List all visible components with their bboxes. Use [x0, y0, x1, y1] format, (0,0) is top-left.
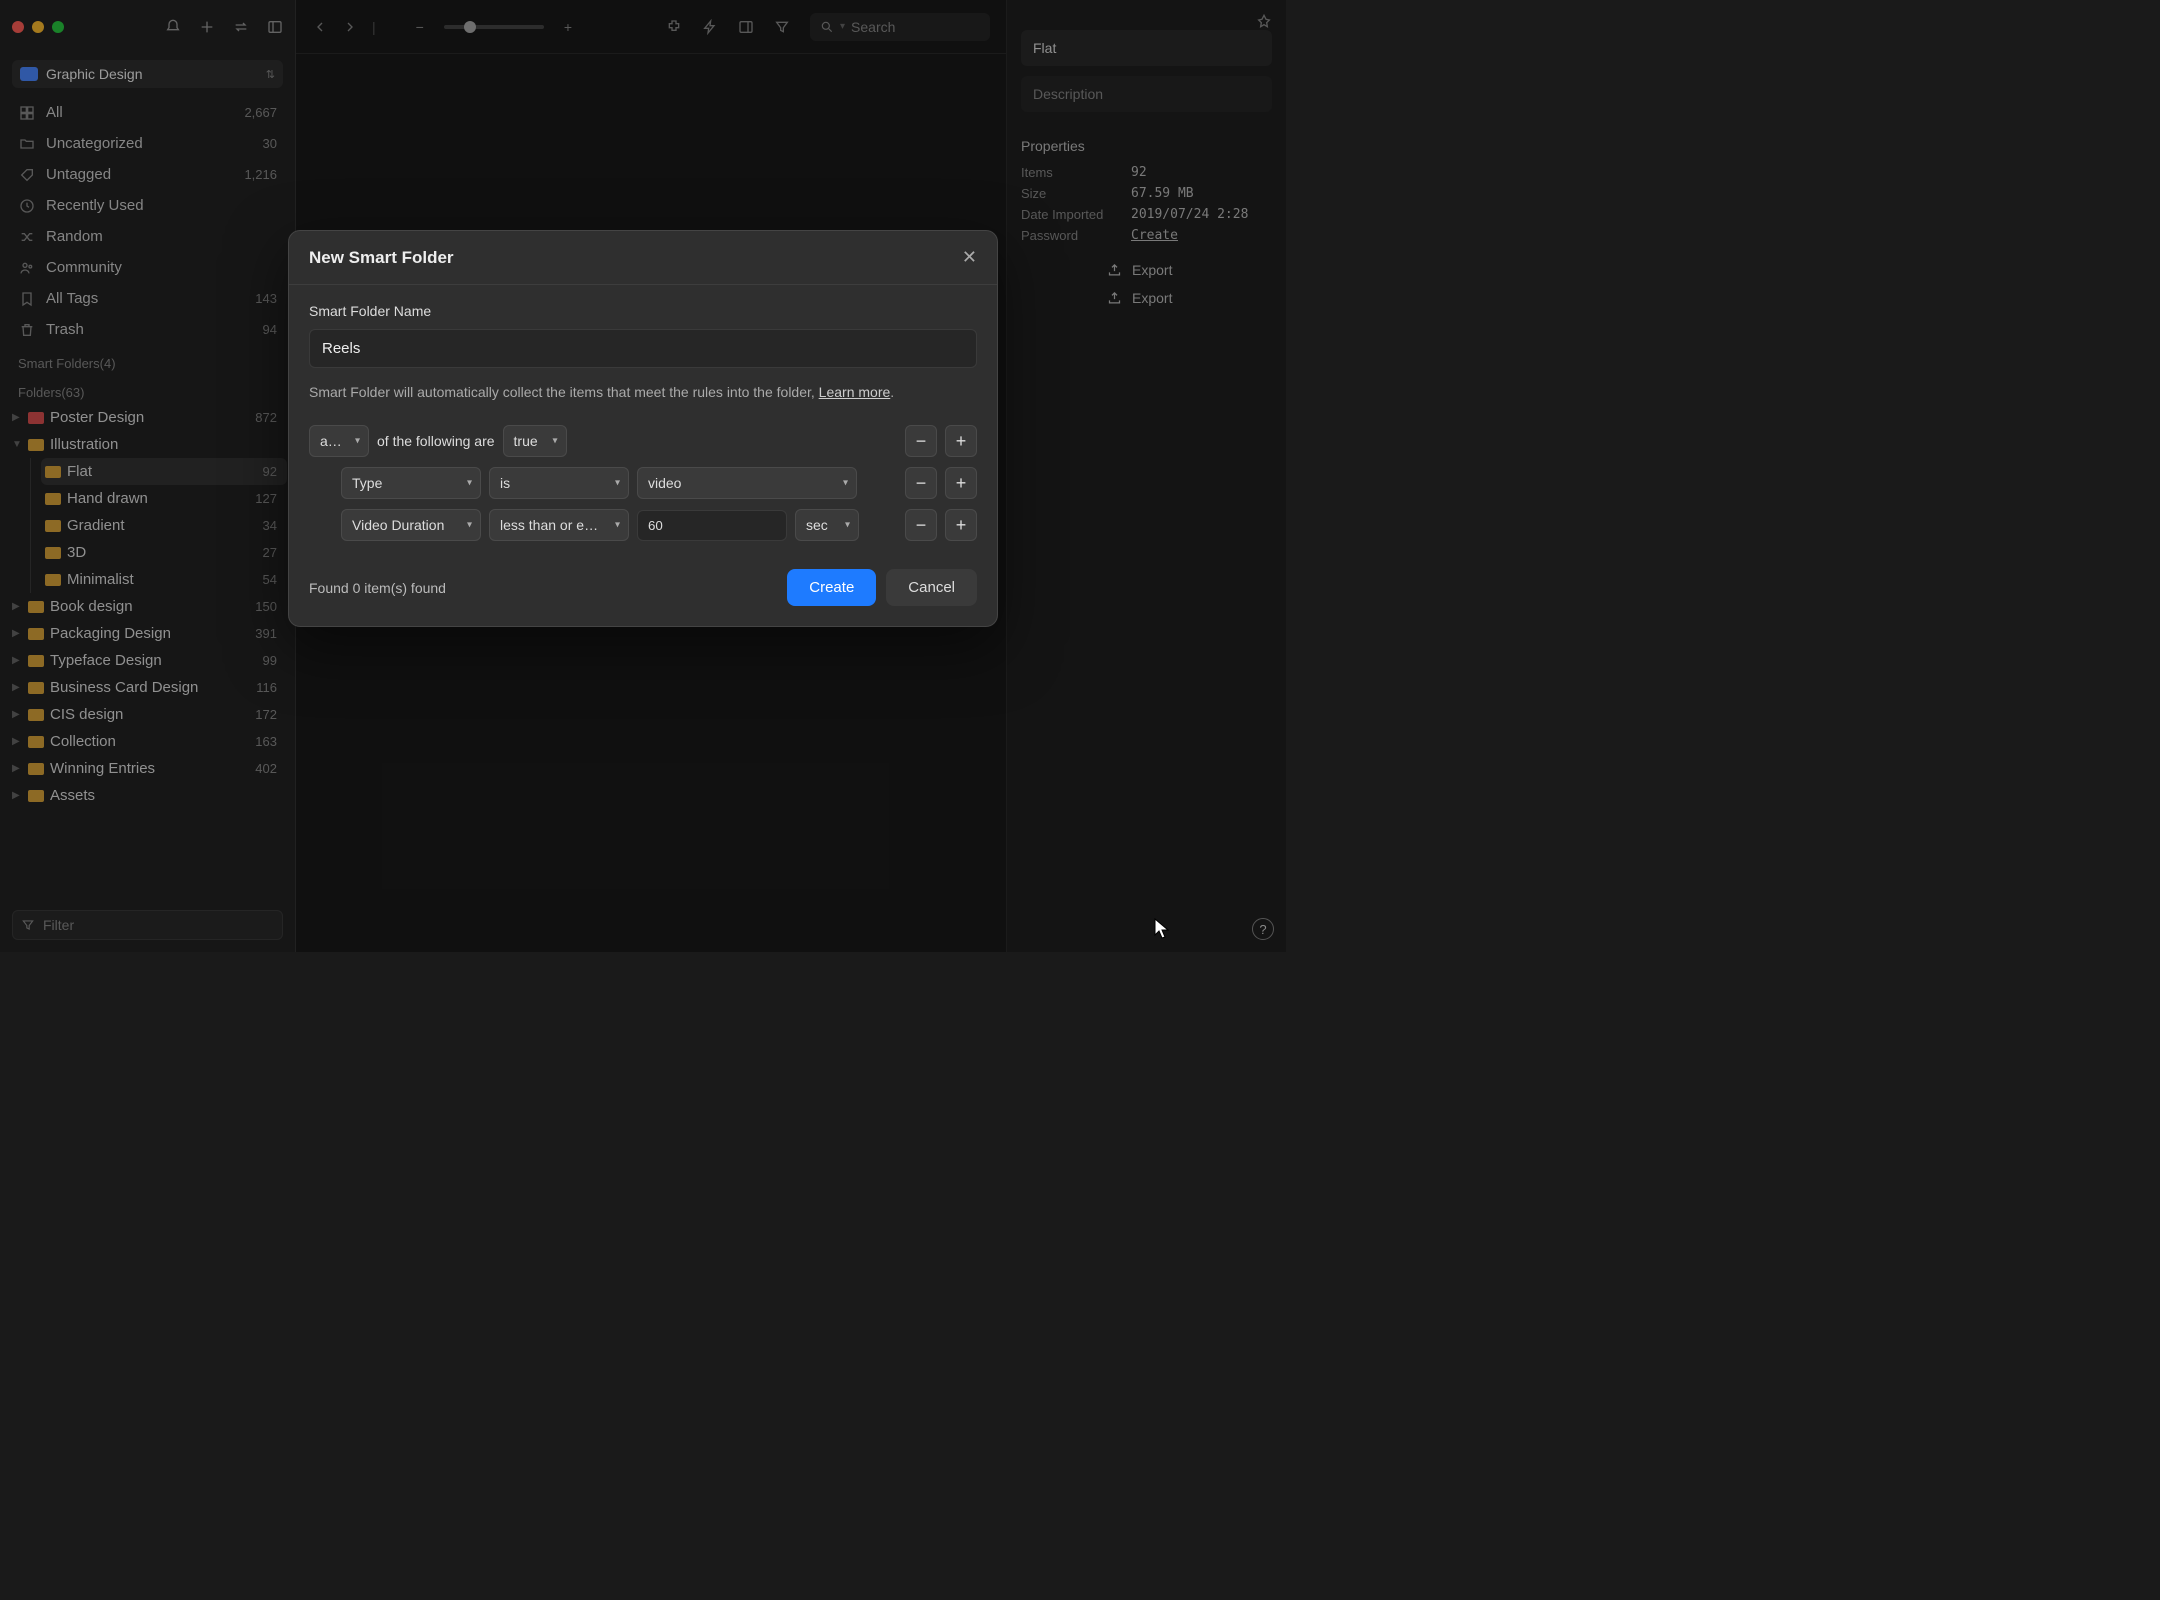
rule-row-2: Video Duration less than or equal sec − … — [309, 509, 977, 541]
rule-field-select[interactable]: Video Duration — [341, 509, 481, 541]
create-button[interactable]: Create — [787, 569, 876, 606]
remove-rule-button[interactable]: − — [905, 509, 937, 541]
cancel-button[interactable]: Cancel — [886, 569, 977, 606]
help-button[interactable]: ? — [1252, 918, 1274, 940]
match-mode-select[interactable]: any — [309, 425, 369, 457]
learn-more-link[interactable]: Learn more — [819, 384, 891, 400]
modal-title: New Smart Folder — [309, 248, 454, 268]
match-row: any of the following are true − + — [309, 425, 977, 457]
new-smart-folder-dialog: New Smart Folder ✕ Smart Folder Name Sma… — [288, 230, 998, 627]
remove-group-button[interactable]: − — [905, 425, 937, 457]
remove-rule-button[interactable]: − — [905, 467, 937, 499]
rule-row-1: Type is video − + — [309, 467, 977, 499]
add-rule-button[interactable]: + — [945, 509, 977, 541]
close-icon[interactable]: ✕ — [962, 247, 977, 268]
help-text: Smart Folder will automatically collect … — [309, 382, 977, 403]
rule-unit-select[interactable]: sec — [795, 509, 859, 541]
found-count: Found 0 item(s) found — [309, 580, 446, 596]
cursor-icon — [1153, 917, 1173, 941]
rule-op-select[interactable]: is — [489, 467, 629, 499]
match-mid-text: of the following are — [377, 433, 495, 449]
rule-field-select[interactable]: Type — [341, 467, 481, 499]
smart-folder-name-input[interactable] — [309, 329, 977, 368]
add-group-button[interactable]: + — [945, 425, 977, 457]
rule-number-input[interactable] — [637, 510, 787, 541]
match-truth-select[interactable]: true — [503, 425, 567, 457]
rule-op-select[interactable]: less than or equal — [489, 509, 629, 541]
modal-overlay: New Smart Folder ✕ Smart Folder Name Sma… — [0, 0, 1286, 952]
name-label: Smart Folder Name — [309, 303, 977, 319]
rule-value-select[interactable]: video — [637, 467, 857, 499]
add-rule-button[interactable]: + — [945, 467, 977, 499]
